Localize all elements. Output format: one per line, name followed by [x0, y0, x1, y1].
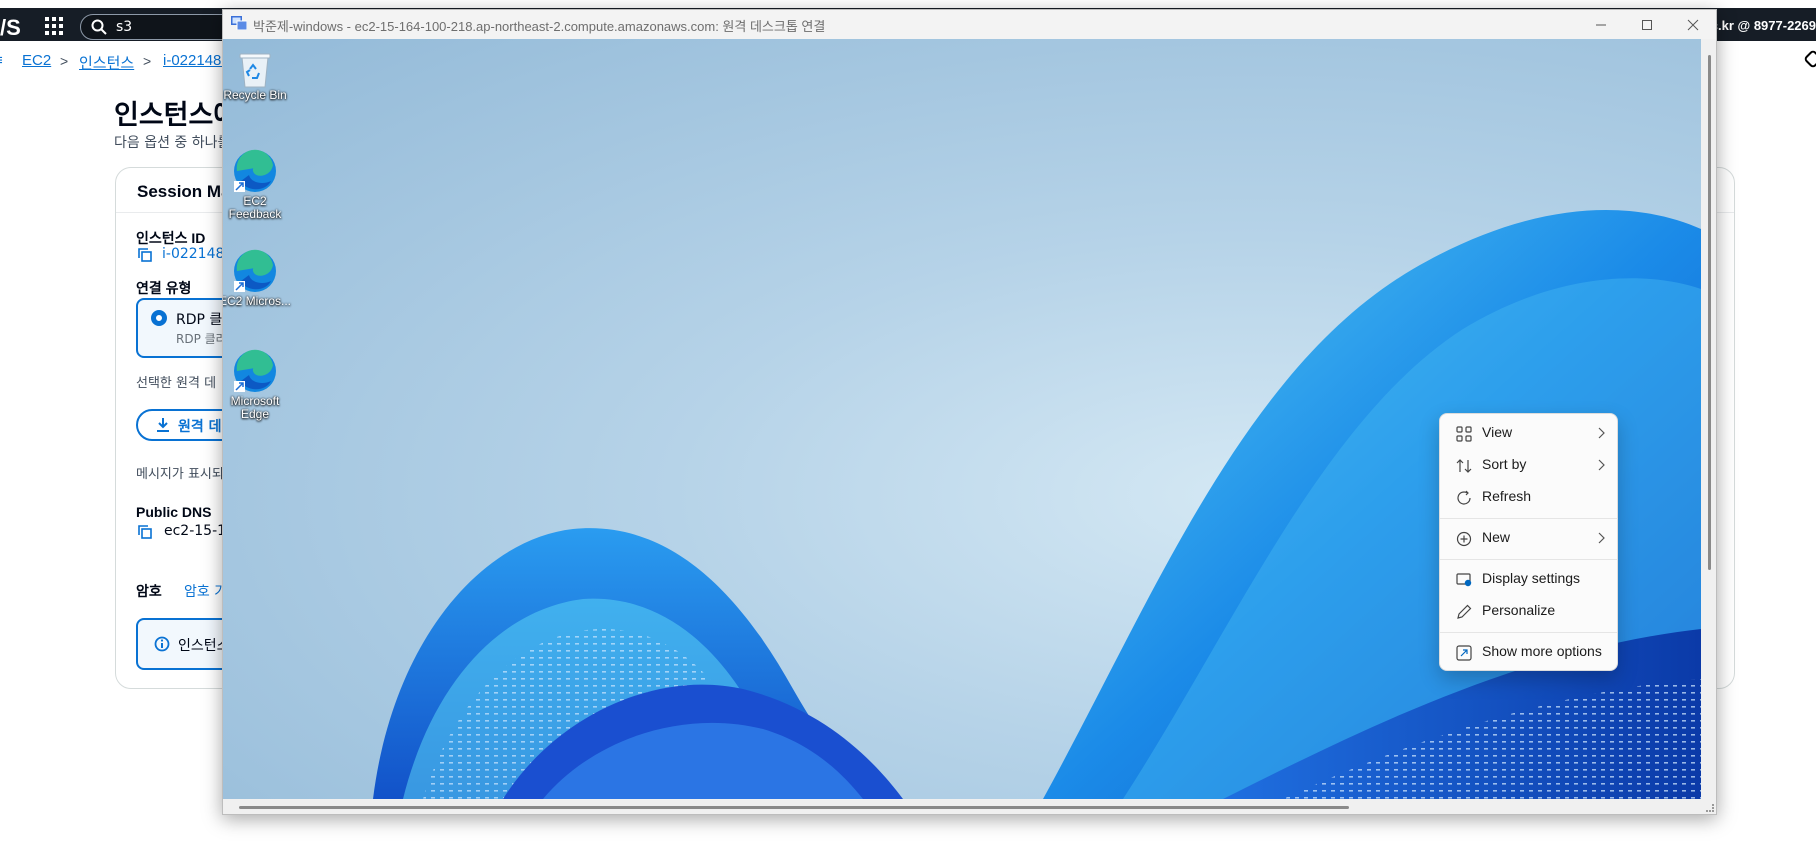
copy-icon[interactable] — [138, 525, 152, 539]
remote-desktop-app-icon — [231, 16, 247, 30]
desktop-icon-microsoft-edge[interactable]: Microsoft Edge — [223, 347, 293, 421]
view-grid-icon — [1456, 426, 1472, 442]
minimize-icon — [1596, 24, 1606, 26]
menu-item-label: Refresh — [1482, 488, 1532, 504]
menu-separator — [1440, 559, 1617, 560]
desktop-icon-ec2-microsoft[interactable]: EC2 Micros... — [223, 247, 293, 308]
chevron-right-icon — [1598, 459, 1605, 471]
desktop-icon-label: Recycle Bin — [223, 88, 287, 102]
rdp-option-description: RDP 클라 — [176, 332, 227, 346]
prompt-text: 메시지가 표시되 — [136, 467, 224, 482]
instance-id-label: 인스턴스 ID — [136, 230, 206, 246]
menu-item-label: View — [1482, 424, 1513, 440]
connection-type-label: 연결 유형 — [136, 280, 192, 296]
search-icon — [91, 19, 107, 35]
aws-logo[interactable]: /S — [0, 15, 21, 41]
resize-grip[interactable] — [1706, 804, 1714, 812]
horizontal-scrollbar-thumb[interactable] — [239, 806, 1349, 809]
get-password-link[interactable]: 암호 가 — [184, 581, 227, 601]
rdp-window-title: 박준제-windows - ec2-15-164-100-218.ap-nort… — [253, 19, 826, 34]
page-description: 다음 옵션 중 하나를 — [114, 135, 231, 151]
menu-item-label: Personalize — [1482, 602, 1556, 618]
remote-desktop-window[interactable]: 박준제-windows - ec2-15-164-100-218.ap-nort… — [222, 9, 1717, 815]
download-icon — [157, 418, 169, 432]
recycle-bin-icon — [239, 53, 271, 88]
menu-item-sort-by[interactable]: Sort by — [1444, 450, 1615, 480]
desktop-icon-ec2-feedback[interactable]: EC2 Feedback — [223, 147, 293, 221]
menu-item-show-more-options[interactable]: Show more options — [1444, 637, 1615, 667]
menu-item-label: Show more options — [1482, 643, 1602, 659]
vertical-scrollbar-thumb[interactable] — [1708, 55, 1711, 570]
maximize-button[interactable] — [1624, 10, 1670, 39]
public-dns-label: Public DNS — [136, 504, 212, 520]
password-label: 암호 — [136, 583, 162, 599]
selected-remote-text: 선택한 원격 데 — [136, 376, 217, 391]
refresh-icon — [1457, 490, 1471, 505]
chevron-right-icon — [1598, 427, 1605, 439]
maximize-icon — [1642, 20, 1652, 30]
account-menu[interactable]: c.kr @ 8977-2269 — [1711, 18, 1816, 33]
public-dns-value: ec2-15-1 — [164, 523, 227, 539]
new-plus-icon — [1456, 531, 1472, 547]
download-button-label: 원격 데 — [178, 419, 222, 435]
menu-item-display-settings[interactable]: Display settings — [1444, 564, 1615, 594]
sort-icon — [1456, 459, 1472, 473]
edge-shortcut-icon — [234, 149, 276, 192]
minimize-button[interactable] — [1578, 10, 1624, 39]
edge-shortcut-icon — [234, 349, 276, 392]
display-icon — [1456, 573, 1472, 587]
apps-grid-icon[interactable] — [44, 16, 64, 36]
copy-icon[interactable] — [138, 248, 152, 262]
info-icon — [154, 636, 170, 652]
breadcrumb-instances[interactable]: 인스턴스 — [79, 52, 134, 73]
edge-shortcut-icon — [234, 249, 276, 292]
menu-item-label: Display settings — [1482, 570, 1581, 586]
desktop-context-menu: View Sort by Refresh New Display setting… — [1439, 413, 1618, 671]
menu-item-label: New — [1482, 529, 1511, 545]
search-query-text: s3 — [116, 19, 133, 35]
menu-item-refresh[interactable]: Refresh — [1444, 482, 1615, 512]
close-button[interactable] — [1670, 10, 1716, 39]
panel-title: Session Ma — [137, 182, 231, 201]
breadcrumb-ec2[interactable]: EC2 — [22, 52, 51, 69]
desktop-icon-label: EC2 Feedback — [228, 194, 282, 221]
settings-gear-icon[interactable] — [1803, 49, 1816, 69]
breadcrumb-instance-id[interactable]: i-0221481 — [163, 52, 230, 69]
rdp-titlebar[interactable]: 박준제-windows - ec2-15-164-100-218.ap-nort… — [223, 10, 1716, 39]
close-icon — [1687, 19, 1699, 31]
menu-separator — [1440, 518, 1617, 519]
page-title: 인스턴스에 — [114, 100, 239, 130]
breadcrumb-separator: > — [143, 53, 152, 69]
desktop-icon-label: Microsoft Edge — [230, 394, 280, 421]
breadcrumb-separator: > — [60, 53, 69, 69]
expand-icon — [1456, 645, 1472, 661]
chevron-right-icon — [1598, 532, 1605, 544]
menu-separator — [1440, 632, 1617, 633]
pen-icon — [1457, 604, 1472, 619]
breadcrumb-menu-icon[interactable]: ≡ — [0, 52, 3, 69]
radio-selected-icon[interactable] — [151, 310, 167, 326]
desktop-icon-recycle-bin[interactable]: Recycle Bin — [223, 51, 293, 102]
menu-item-label: Sort by — [1482, 456, 1527, 472]
desktop-icon-label: EC2 Micros... — [223, 294, 291, 308]
menu-item-view[interactable]: View — [1444, 418, 1615, 448]
menu-item-personalize[interactable]: Personalize — [1444, 596, 1615, 626]
menu-item-new[interactable]: New — [1444, 523, 1615, 553]
